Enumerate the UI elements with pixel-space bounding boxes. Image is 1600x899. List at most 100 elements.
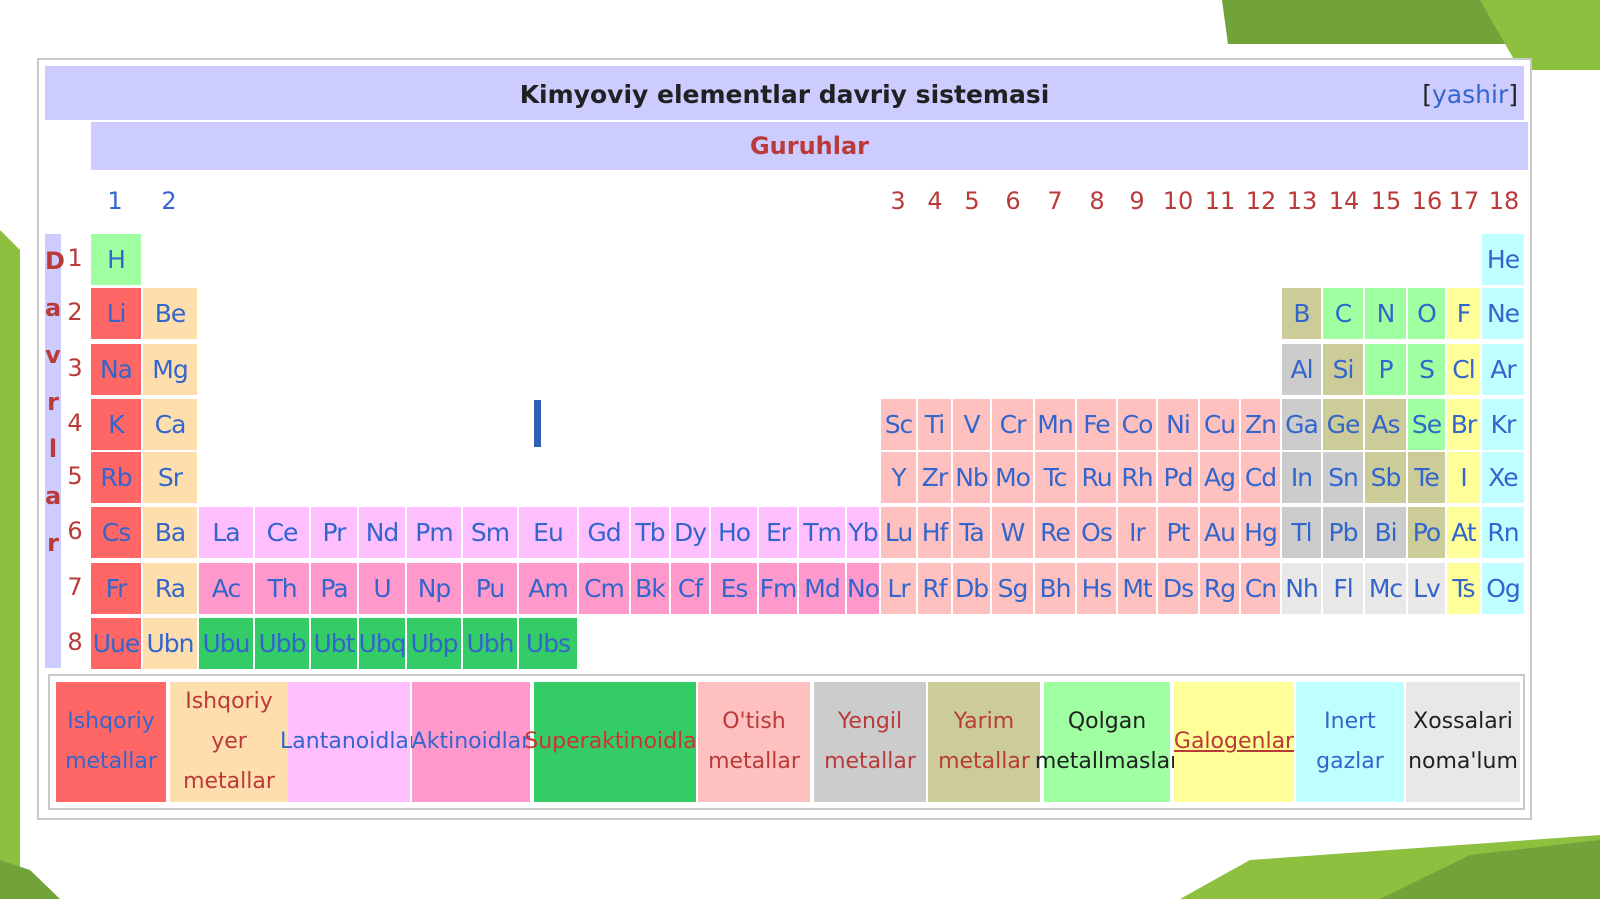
element-db[interactable]: Db	[953, 563, 990, 614]
element-bk[interactable]: Bk	[631, 563, 669, 614]
element-rh[interactable]: Rh	[1118, 452, 1156, 503]
element-ca[interactable]: Ca	[143, 399, 197, 450]
legend-item-transition[interactable]: O'tish metallar	[698, 682, 810, 802]
element-cs[interactable]: Cs	[91, 507, 141, 558]
element-rf[interactable]: Rf	[918, 563, 951, 614]
element-yb[interactable]: Yb	[847, 507, 879, 558]
element-be[interactable]: Be	[143, 288, 197, 339]
legend-item-noble[interactable]: Inert gazlar	[1296, 682, 1404, 802]
element-ir[interactable]: Ir	[1118, 507, 1156, 558]
element-tm[interactable]: Tm	[799, 507, 845, 558]
element-pb[interactable]: Pb	[1323, 507, 1363, 558]
element-ta[interactable]: Ta	[953, 507, 990, 558]
element-ts[interactable]: Ts	[1447, 563, 1480, 614]
element-al[interactable]: Al	[1282, 344, 1321, 395]
element-ubp[interactable]: Ubp	[407, 618, 461, 669]
element-ubh[interactable]: Ubh	[463, 618, 517, 669]
element-ce[interactable]: Ce	[255, 507, 309, 558]
element-ge[interactable]: Ge	[1323, 399, 1363, 450]
element-sr[interactable]: Sr	[143, 452, 197, 503]
element-sg[interactable]: Sg	[992, 563, 1033, 614]
element-u[interactable]: U	[359, 563, 405, 614]
element-at[interactable]: At	[1447, 507, 1480, 558]
element-au[interactable]: Au	[1200, 507, 1239, 558]
element-sn[interactable]: Sn	[1323, 452, 1363, 503]
element-bi[interactable]: Bi	[1365, 507, 1406, 558]
element-mn[interactable]: Mn	[1035, 399, 1075, 450]
element-mo[interactable]: Mo	[992, 452, 1033, 503]
element-pr[interactable]: Pr	[311, 507, 357, 558]
element-nd[interactable]: Nd	[359, 507, 405, 558]
element-og[interactable]: Og	[1482, 563, 1524, 614]
element-rg[interactable]: Rg	[1200, 563, 1239, 614]
element-fr[interactable]: Fr	[91, 563, 141, 614]
element-ubu[interactable]: Ubu	[199, 618, 253, 669]
element-rn[interactable]: Rn	[1482, 507, 1524, 558]
element-se[interactable]: Se	[1408, 399, 1445, 450]
element-kr[interactable]: Kr	[1482, 399, 1524, 450]
element-ubq[interactable]: Ubq	[358, 618, 407, 669]
element-ds[interactable]: Ds	[1158, 563, 1198, 614]
element-ubn[interactable]: Ubn	[143, 618, 197, 669]
element-w[interactable]: W	[992, 507, 1033, 558]
element-ti[interactable]: Ti	[918, 399, 951, 450]
element-cn[interactable]: Cn	[1241, 563, 1280, 614]
element-sc[interactable]: Sc	[881, 399, 916, 450]
legend-item-lanthanide[interactable]: Lantanoidlar	[280, 682, 418, 802]
element-in[interactable]: In	[1282, 452, 1321, 503]
element-co[interactable]: Co	[1118, 399, 1156, 450]
element-lu[interactable]: Lu	[881, 507, 916, 558]
element-pm[interactable]: Pm	[407, 507, 461, 558]
element-nh[interactable]: Nh	[1282, 563, 1321, 614]
element-tb[interactable]: Tb	[631, 507, 669, 558]
element-tl[interactable]: Tl	[1282, 507, 1321, 558]
element-ar[interactable]: Ar	[1482, 344, 1524, 395]
element-i[interactable]: I	[1447, 452, 1480, 503]
legend-item-unknown[interactable]: Xossalari noma'lum	[1406, 682, 1520, 802]
element-pt[interactable]: Pt	[1158, 507, 1198, 558]
element-cd[interactable]: Cd	[1241, 452, 1280, 503]
element-ni[interactable]: Ni	[1158, 399, 1198, 450]
legend-item-posttransition[interactable]: Yengil metallar	[814, 682, 926, 802]
element-he[interactable]: He	[1482, 234, 1524, 285]
element-lv[interactable]: Lv	[1408, 563, 1445, 614]
element-mt[interactable]: Mt	[1118, 563, 1156, 614]
element-te[interactable]: Te	[1408, 452, 1445, 503]
hide-toggle[interactable]: [yashir]	[1422, 80, 1518, 109]
element-uue[interactable]: Uue	[91, 618, 141, 669]
element-os[interactable]: Os	[1077, 507, 1116, 558]
element-cl[interactable]: Cl	[1447, 344, 1480, 395]
element-lr[interactable]: Lr	[881, 563, 916, 614]
element-zr[interactable]: Zr	[918, 452, 951, 503]
element-cu[interactable]: Cu	[1200, 399, 1239, 450]
element-ac[interactable]: Ac	[199, 563, 253, 614]
element-cm[interactable]: Cm	[579, 563, 629, 614]
element-ho[interactable]: Ho	[711, 507, 757, 558]
element-fm[interactable]: Fm	[759, 563, 797, 614]
element-bh[interactable]: Bh	[1035, 563, 1075, 614]
element-y[interactable]: Y	[881, 452, 916, 503]
legend-item-nonmetal[interactable]: Qolgan metallmaslar	[1035, 682, 1179, 802]
element-ubs[interactable]: Ubs	[519, 618, 577, 669]
element-as[interactable]: As	[1365, 399, 1406, 450]
element-h[interactable]: H	[91, 234, 141, 285]
element-li[interactable]: Li	[91, 288, 141, 339]
element-hs[interactable]: Hs	[1077, 563, 1116, 614]
element-ne[interactable]: Ne	[1482, 288, 1524, 339]
legend-item-alkaline[interactable]: Ishqoriy yer metallar	[170, 682, 288, 802]
element-eu[interactable]: Eu	[519, 507, 577, 558]
element-np[interactable]: Np	[407, 563, 461, 614]
element-rb[interactable]: Rb	[91, 452, 141, 503]
element-es[interactable]: Es	[711, 563, 757, 614]
element-ubt[interactable]: Ubt	[311, 618, 357, 669]
legend-item-halogen[interactable]: Galogenlar	[1174, 682, 1294, 802]
element-k[interactable]: K	[91, 399, 141, 450]
element-ag[interactable]: Ag	[1200, 452, 1239, 503]
element-xe[interactable]: Xe	[1482, 452, 1524, 503]
element-fl[interactable]: Fl	[1323, 563, 1363, 614]
element-pd[interactable]: Pd	[1158, 452, 1198, 503]
element-am[interactable]: Am	[519, 563, 577, 614]
legend-item-metalloid[interactable]: Yarim metallar	[928, 682, 1040, 802]
element-mc[interactable]: Mc	[1365, 563, 1406, 614]
element-sm[interactable]: Sm	[463, 507, 517, 558]
